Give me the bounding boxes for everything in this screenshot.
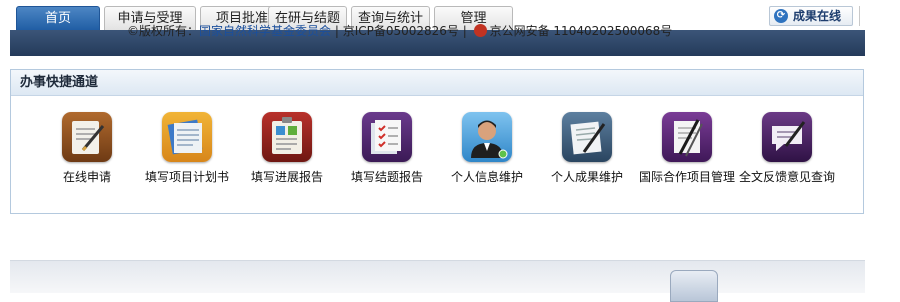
item-label: 全文反馈意见查询	[738, 170, 835, 184]
tab-home[interactable]: 首页	[16, 6, 100, 31]
quick-final-report[interactable]: 填写结题报告	[337, 112, 437, 185]
item-label: 个人信息维护	[450, 170, 523, 184]
international-cooperation-icon	[662, 112, 712, 162]
separator: |	[331, 24, 343, 38]
quick-access-panel: 办事快捷通道 在线申请 填写项目计划书 填写进展报告 填写结题报告 个人信息维护…	[10, 69, 864, 214]
final-report-icon	[362, 112, 412, 162]
progress-report-icon	[262, 112, 312, 162]
online-application-icon	[62, 112, 112, 162]
quick-project-plan[interactable]: 填写项目计划书	[137, 112, 237, 185]
quick-achievements[interactable]: 个人成果维护	[537, 112, 637, 185]
project-plan-icon	[162, 112, 212, 162]
achievements-online-button[interactable]: ⟳ 成果在线	[769, 6, 853, 26]
separator: |	[458, 24, 471, 38]
item-label: 填写进展报告	[250, 170, 323, 184]
quick-user-profile[interactable]: 个人信息维护	[437, 112, 537, 185]
footer-text: ©版权所有：国家自然科学基金委员会 | 京ICP备05002826号 | 京公网…	[127, 22, 672, 39]
header-divider	[859, 6, 860, 26]
item-label: 填写结题报告	[350, 170, 423, 184]
emblem-icon	[670, 270, 718, 302]
item-label: 国际合作项目管理	[638, 170, 735, 184]
item-label: 个人成果维护	[550, 170, 623, 184]
footer	[10, 260, 865, 293]
icp-number: 京ICP备05002826号	[342, 24, 459, 38]
user-profile-icon	[462, 112, 512, 162]
org-link[interactable]: 国家自然科学基金委员会	[199, 24, 331, 38]
quick-online-application[interactable]: 在线申请	[37, 112, 137, 185]
police-record-number: 京公网安备 11040202500068号	[489, 24, 673, 38]
feedback-query-icon	[762, 112, 812, 162]
police-badge-icon	[473, 24, 487, 37]
item-label: 填写项目计划书	[144, 170, 229, 184]
quick-international-cooperation[interactable]: 国际合作项目管理	[637, 112, 737, 185]
quick-feedback-query[interactable]: 全文反馈意见查询	[737, 112, 837, 185]
achievements-icon	[562, 112, 612, 162]
refresh-icon: ⟳	[774, 9, 788, 23]
quick-progress-report[interactable]: 填写进展报告	[237, 112, 337, 185]
panel-title: 办事快捷通道	[11, 70, 863, 96]
achievements-online-label: 成果在线	[793, 9, 842, 23]
copyright-label: ©版权所有：	[127, 24, 200, 38]
item-label: 在线申请	[62, 170, 111, 184]
